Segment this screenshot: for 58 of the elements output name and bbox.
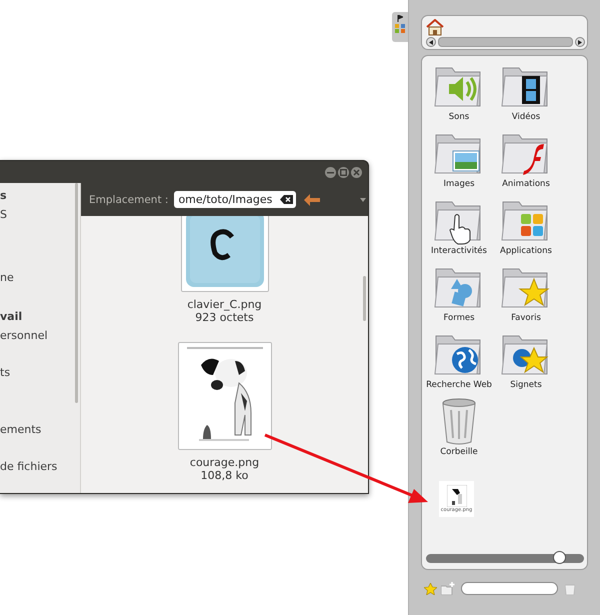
right-arrow-icon (578, 40, 582, 44)
hand-folder-icon (434, 202, 481, 244)
file-size: 923 octets (195, 311, 254, 324)
horizontal-scrollbar[interactable] (438, 37, 573, 47)
folder-label[interactable]: Vidéos (512, 112, 540, 122)
globe-folder-icon (434, 336, 481, 374)
flash-folder-icon (501, 134, 548, 175)
speaker-folder-icon (434, 68, 481, 106)
sidebar-item[interactable]: ts (0, 366, 10, 379)
search-field[interactable] (461, 582, 558, 595)
panel-toggle-tab[interactable] (392, 12, 408, 42)
folder-label[interactable]: Recherche Web (426, 380, 492, 390)
close-button[interactable] (351, 166, 362, 178)
file-size: 108,8 ko (200, 469, 248, 482)
trash-icon (442, 398, 476, 444)
sidebar-item[interactable]: s (0, 189, 7, 202)
maximize-button[interactable] (338, 166, 349, 178)
star-icon[interactable] (424, 582, 437, 594)
grid-icon (394, 24, 406, 34)
close-icon (353, 168, 360, 176)
sidebar-item[interactable]: ersonnel (0, 329, 48, 342)
location-field[interactable]: ome/toto/Images (174, 191, 296, 208)
left-arrow-icon (429, 40, 433, 44)
scroll-right-button[interactable] (575, 37, 585, 47)
sidebar-item[interactable]: ne (0, 271, 14, 284)
folder-label[interactable]: Signets (510, 380, 542, 390)
apps-folder-icon (501, 202, 548, 240)
photo-folder-icon (434, 134, 481, 174)
home-icon[interactable] (426, 19, 444, 36)
folder-label[interactable]: Formes (443, 313, 475, 323)
folder-label[interactable]: Animations (502, 179, 550, 189)
zoom-slider[interactable] (426, 554, 584, 563)
sidebar-item[interactable]: ements (0, 423, 42, 436)
dropdown-caret-icon[interactable] (360, 198, 366, 202)
sidebar-item[interactable]: vail (0, 310, 22, 323)
file-name: courage.png (190, 456, 260, 469)
clear-icon[interactable] (280, 195, 294, 204)
shapes-folder-icon (434, 268, 481, 308)
maximize-icon (340, 168, 347, 176)
scroll-left-button[interactable] (426, 37, 436, 47)
minimize-button[interactable] (325, 166, 336, 178)
folder-label[interactable]: Favoris (511, 313, 541, 323)
film-folder-icon (501, 68, 548, 106)
globe-star-folder-icon (501, 336, 548, 374)
new-folder-icon[interactable] (441, 582, 455, 595)
back-arrow-icon[interactable] (304, 194, 320, 206)
folder-label[interactable]: Applications (500, 246, 552, 256)
file-name: clavier_C.png (187, 298, 262, 311)
folder-label[interactable]: Sons (448, 112, 470, 122)
location-label: Emplacement : (89, 194, 168, 206)
folder-label[interactable]: Corbeille (440, 447, 478, 457)
sidebar-item[interactable]: de fichiers (0, 460, 58, 473)
star-folder-icon (501, 268, 550, 308)
sidebar-item[interactable]: S (0, 208, 7, 221)
slider-thumb[interactable] (552, 551, 566, 564)
folder-label[interactable]: Interactivités (431, 246, 487, 256)
folder-label[interactable]: Images (443, 179, 475, 189)
flag-icon (397, 15, 403, 22)
